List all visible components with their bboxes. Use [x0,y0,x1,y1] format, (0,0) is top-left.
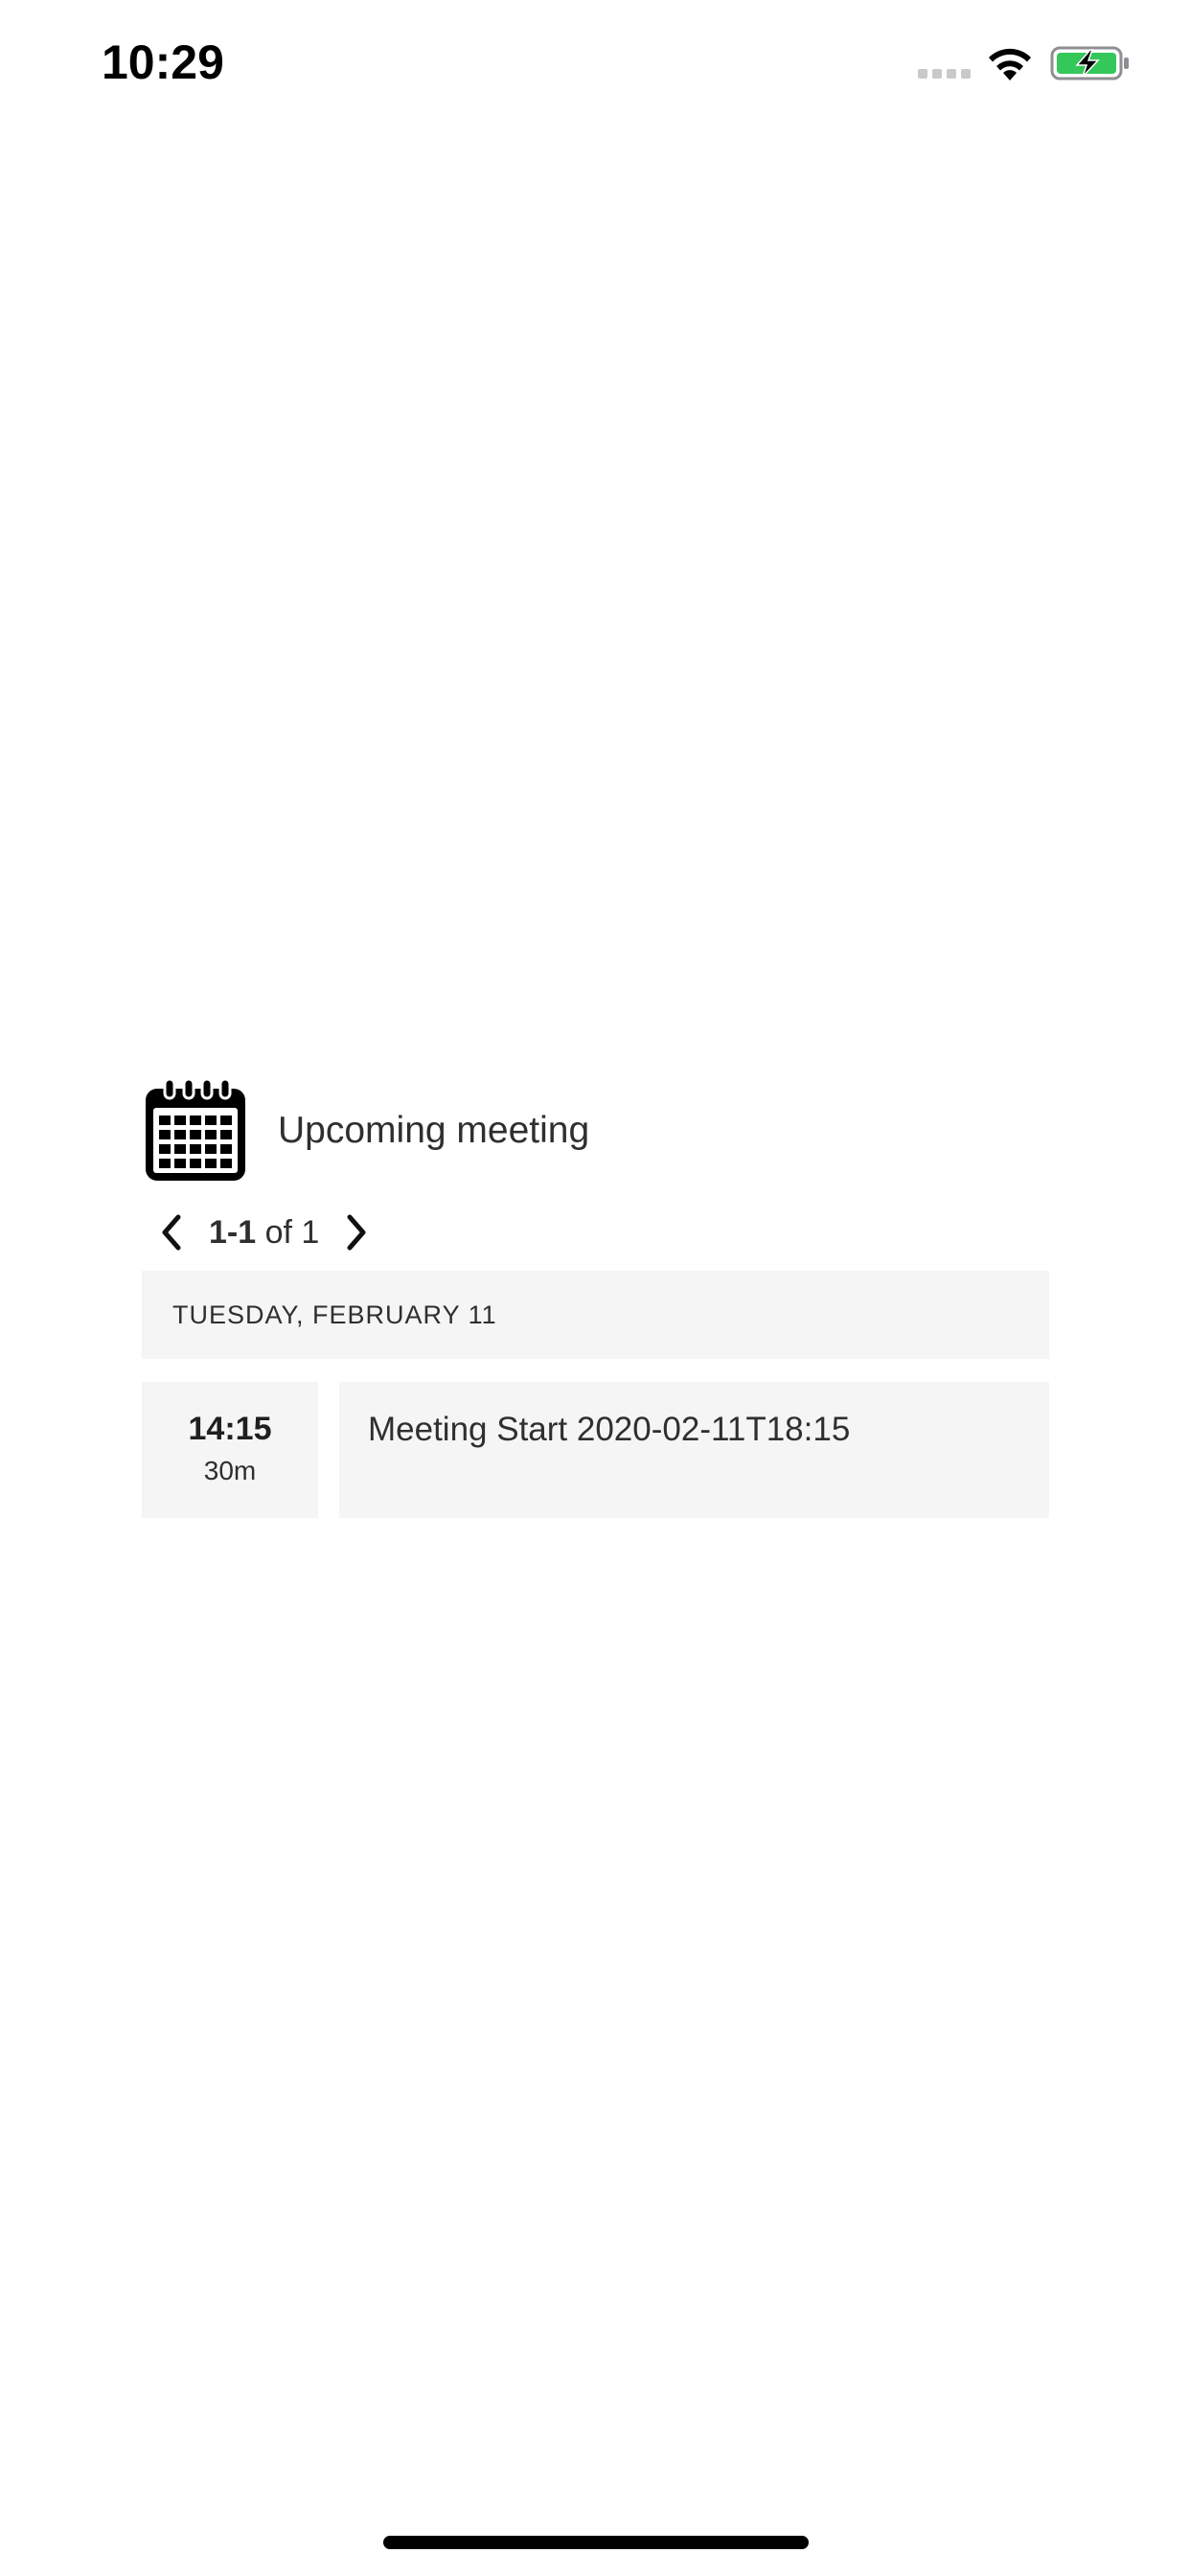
cellular-signal-icon [918,69,973,80]
pager: 1-1 of 1 [155,1204,373,1261]
widget-header: Upcoming meeting [142,1077,589,1184]
day-header-label: TUESDAY, FEBRUARY 11 [172,1300,497,1329]
status-time: 10:29 [102,35,224,89]
widget-title: Upcoming meeting [278,1110,590,1151]
event-time: 14:15 [188,1411,272,1447]
wifi-icon [989,48,1031,80]
calendar-icon [146,1077,245,1181]
status-bar: 10:29 [0,0,1190,126]
battery-charging-icon [1050,46,1129,80]
event-title: Meeting Start 2020-02-11T18:15 [368,1411,851,1448]
next-page-button[interactable] [340,1208,373,1256]
event-time-box[interactable]: 14:15 30m [142,1382,318,1518]
pager-label: 1-1 of 1 [209,1214,319,1252]
pager-range: 1-1 [209,1213,257,1251]
chevron-right-icon [347,1214,366,1251]
previous-page-button[interactable] [155,1208,188,1256]
day-header: TUESDAY, FEBRUARY 11 [142,1271,1049,1359]
app-screen: 10:29 Upcoming meeting 1-1 of 1 TUESDAY,… [0,0,1190,2576]
pager-total: of 1 [264,1213,320,1251]
event-item[interactable]: Meeting Start 2020-02-11T18:15 [339,1382,1049,1518]
home-indicator[interactable] [383,2536,809,2549]
event-duration: 30m [203,1456,257,1485]
chevron-left-icon [162,1214,181,1251]
